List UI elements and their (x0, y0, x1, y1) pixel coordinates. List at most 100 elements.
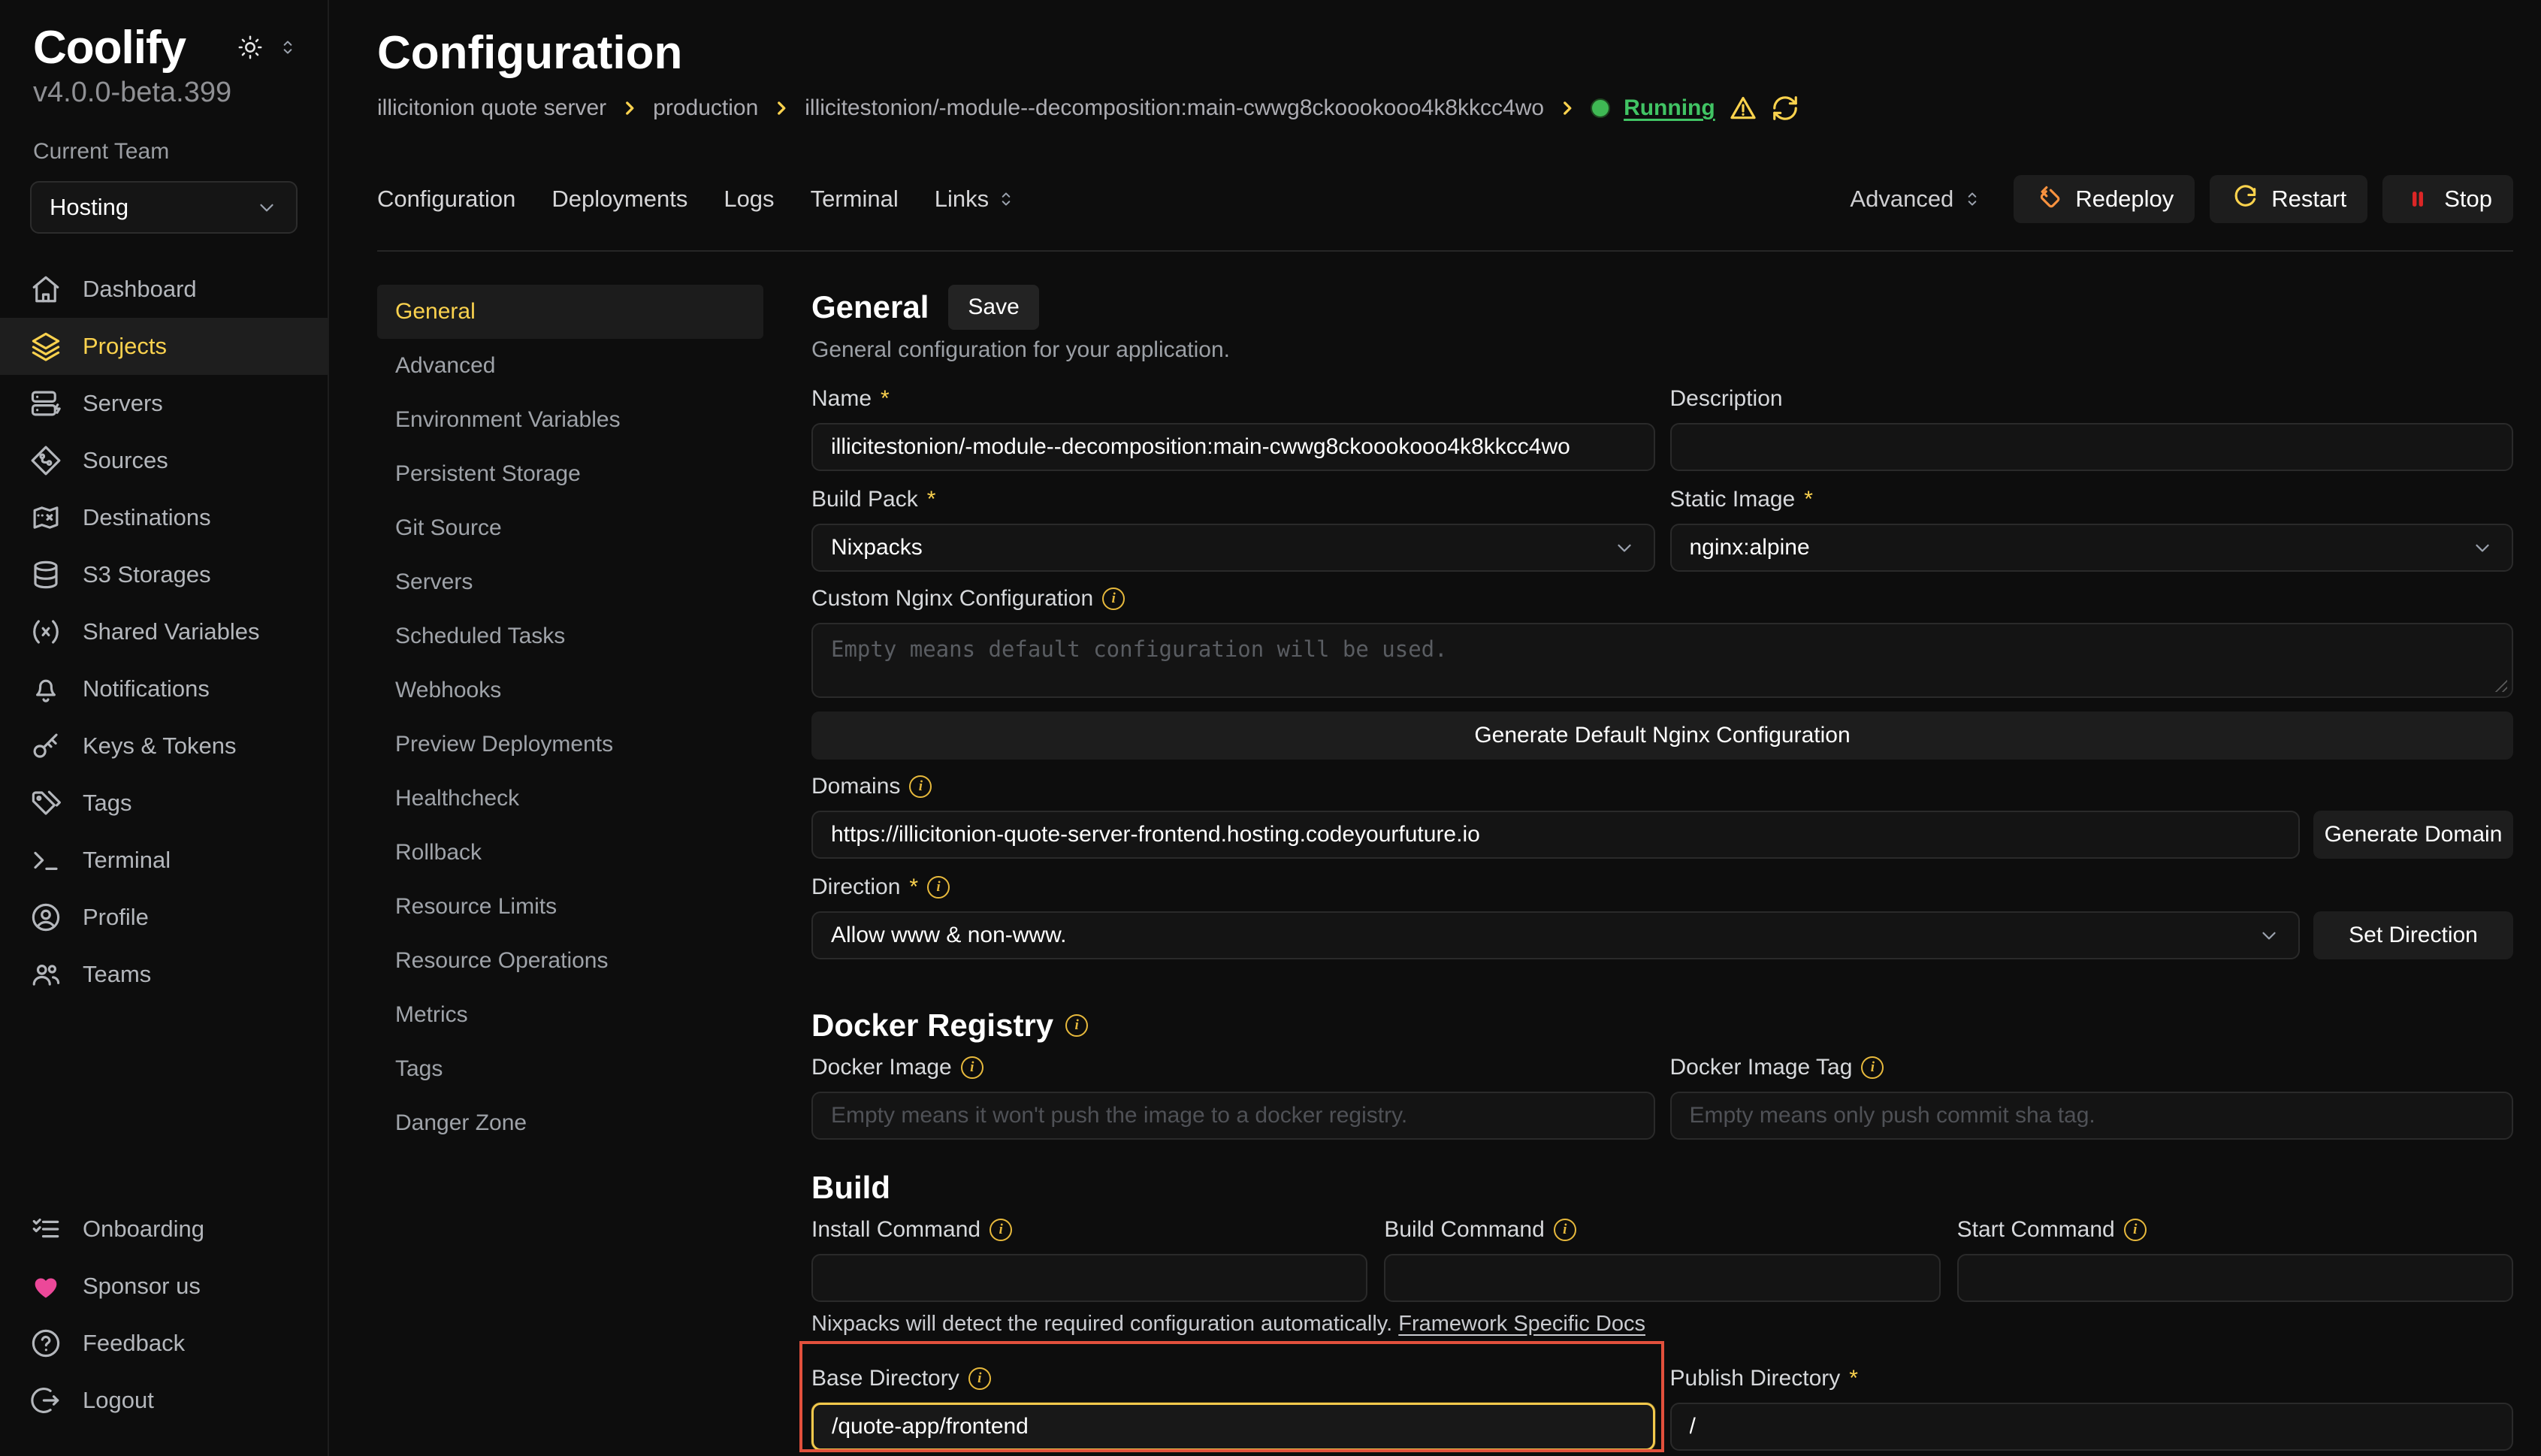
status-dot (1591, 98, 1610, 118)
help-circle-icon (30, 1328, 62, 1359)
subnav-webhooks[interactable]: Webhooks (377, 663, 763, 717)
team-select[interactable]: Hosting (30, 181, 298, 234)
subnav-advanced[interactable]: Advanced (377, 339, 763, 393)
subnav-git-source[interactable]: Git Source (377, 501, 763, 555)
stop-pause-icon (2404, 185, 2432, 213)
section-subtitle: General configuration for your applicati… (811, 336, 2513, 364)
name-input[interactable] (811, 423, 1655, 471)
sidebar-item-keys-tokens[interactable]: Keys & Tokens (0, 717, 328, 775)
info-icon: i (2124, 1219, 2147, 1241)
subnav-resource-operations[interactable]: Resource Operations (377, 934, 763, 988)
sidebar-item-tags[interactable]: Tags (0, 775, 328, 832)
sidebar-item-sponsor[interactable]: Sponsor us (0, 1258, 328, 1315)
sidebar-item-onboarding[interactable]: Onboarding (0, 1201, 328, 1258)
user-circle-icon (30, 902, 62, 933)
restart-button[interactable]: Restart (2210, 175, 2367, 223)
save-button[interactable]: Save (948, 285, 1038, 330)
section-title-build: Build (811, 1170, 2513, 1206)
field-direction: Direction*i Allow www & non-www. Set Dir… (811, 874, 2513, 959)
sidebar-item-projects[interactable]: Projects (0, 318, 328, 375)
field-build-command: Build Commandi (1384, 1216, 1940, 1302)
section-title-general: General (811, 289, 929, 325)
subnav-servers[interactable]: Servers (377, 555, 763, 609)
subnav-rollback[interactable]: Rollback (377, 826, 763, 880)
sidebar-collapse-chevrons-icon[interactable] (278, 38, 298, 63)
sidebar-item-terminal[interactable]: Terminal (0, 832, 328, 889)
tab-terminal[interactable]: Terminal (811, 186, 899, 213)
subnav-tags[interactable]: Tags (377, 1042, 763, 1096)
sidebar-item-dashboard[interactable]: Dashboard (0, 261, 328, 318)
refresh-icon[interactable] (1771, 94, 1799, 122)
tabs: Configuration Deployments Logs Terminal … (377, 186, 1016, 213)
docker-image-tag-input[interactable] (1670, 1092, 2514, 1140)
custom-nginx-textarea[interactable] (811, 623, 2513, 698)
subnav-general[interactable]: General (377, 285, 763, 339)
install-command-input[interactable] (811, 1254, 1367, 1302)
sidebar-item-teams[interactable]: Teams (0, 946, 328, 1003)
generate-nginx-button[interactable]: Generate Default Nginx Configuration (811, 711, 2513, 760)
section-title-docker-registry: Docker Registryi (811, 1007, 2513, 1044)
subnav-preview-deployments[interactable]: Preview Deployments (377, 717, 763, 772)
description-input[interactable] (1670, 423, 2514, 471)
build-command-input[interactable] (1384, 1254, 1940, 1302)
nixpacks-hint: Nixpacks will detect the required config… (811, 1309, 2513, 1338)
start-command-input[interactable] (1957, 1254, 2513, 1302)
subnav-persistent-storage[interactable]: Persistent Storage (377, 447, 763, 501)
tab-deployments[interactable]: Deployments (551, 186, 687, 213)
stop-button[interactable]: Stop (2382, 175, 2513, 223)
sidebar-menu: Dashboard Projects Servers Sources Desti… (0, 261, 328, 1003)
sidebar-item-s3-storages[interactable]: S3 Storages (0, 546, 328, 603)
advanced-dropdown[interactable]: Advanced (1850, 186, 1982, 213)
info-icon: i (968, 1367, 991, 1390)
docker-image-input[interactable] (811, 1092, 1655, 1140)
set-direction-button[interactable]: Set Direction (2313, 911, 2513, 959)
status-running-link[interactable]: Running (1624, 95, 1715, 121)
key-icon (30, 730, 62, 762)
sidebar-item-notifications[interactable]: Notifications (0, 660, 328, 717)
breadcrumb-environment[interactable]: production (653, 95, 758, 121)
subnav-environment-variables[interactable]: Environment Variables (377, 393, 763, 447)
subnav-metrics[interactable]: Metrics (377, 988, 763, 1042)
framework-docs-link[interactable]: Framework Specific Docs (1398, 1312, 1645, 1336)
publish-directory-input[interactable] (1670, 1403, 2514, 1451)
chevrons-up-down-icon (1962, 189, 1982, 209)
field-build-pack: Build Pack* Nixpacks (811, 486, 1655, 572)
info-icon: i (961, 1056, 983, 1079)
redeploy-button[interactable]: Redeploy (2014, 175, 2195, 223)
tags-icon (30, 787, 62, 819)
static-image-select[interactable]: nginx:alpine (1670, 524, 2514, 572)
build-pack-select[interactable]: Nixpacks (811, 524, 1655, 572)
subnav-scheduled-tasks[interactable]: Scheduled Tasks (377, 609, 763, 663)
warning-triangle-icon[interactable] (1729, 94, 1757, 122)
domains-input[interactable] (811, 811, 2300, 859)
subnav-resource-limits[interactable]: Resource Limits (377, 880, 763, 934)
server-icon (30, 388, 62, 419)
tab-configuration[interactable]: Configuration (377, 186, 515, 213)
general-form: General Save General configuration for y… (811, 285, 2513, 1451)
sidebar-item-logout[interactable]: Logout (0, 1372, 328, 1429)
base-directory-input[interactable] (811, 1403, 1655, 1451)
theme-toggle-sun-icon[interactable] (237, 35, 263, 66)
breadcrumb-resource[interactable]: illicitestonion/-module--decomposition:m… (805, 95, 1544, 121)
field-domains: Domainsi Generate Domain (811, 773, 2513, 859)
sidebar-item-servers[interactable]: Servers (0, 375, 328, 432)
restart-icon (2231, 185, 2259, 213)
sidebar-item-profile[interactable]: Profile (0, 889, 328, 946)
sidebar-item-shared-variables[interactable]: Shared Variables (0, 603, 328, 660)
direction-select[interactable]: Allow www & non-www. (811, 911, 2300, 959)
sidebar-item-destinations[interactable]: Destinations (0, 489, 328, 546)
tab-logs[interactable]: Logs (724, 186, 774, 213)
chevron-right-icon (620, 98, 639, 118)
subnav-danger-zone[interactable]: Danger Zone (377, 1096, 763, 1150)
chevron-right-icon (772, 98, 791, 118)
chevron-down-icon (2471, 536, 2494, 559)
bell-icon (30, 673, 62, 705)
breadcrumb-project[interactable]: illicitonion quote server (377, 95, 606, 121)
sidebar-item-feedback[interactable]: Feedback (0, 1315, 328, 1372)
sidebar-item-sources[interactable]: Sources (0, 432, 328, 489)
info-icon: i (927, 876, 950, 899)
field-docker-image-tag: Docker Image Tagi (1670, 1054, 2514, 1140)
tab-links[interactable]: Links (935, 186, 1016, 213)
generate-domain-button[interactable]: Generate Domain (2313, 811, 2513, 859)
subnav-healthcheck[interactable]: Healthcheck (377, 772, 763, 826)
